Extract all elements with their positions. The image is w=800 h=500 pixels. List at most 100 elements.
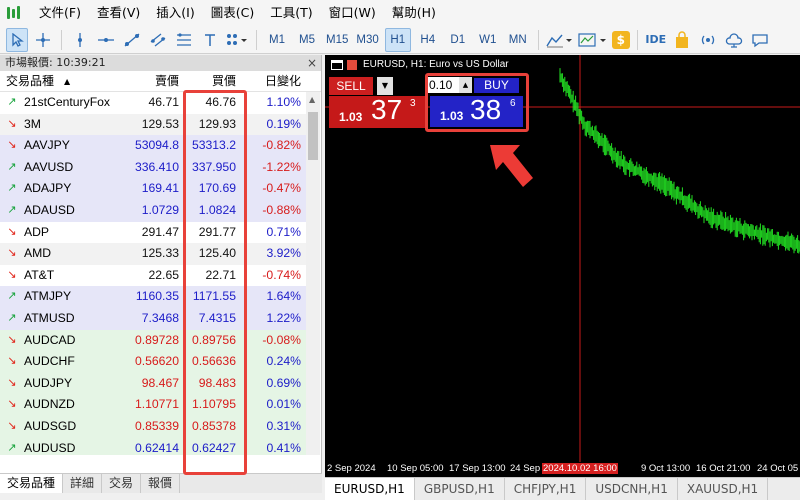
symbol-cell: ↘ AMD <box>0 243 124 265</box>
cloud-vps-icon[interactable] <box>723 28 745 52</box>
table-row[interactable]: ↘ AMD 125.33 125.40 3.92% <box>0 243 306 265</box>
table-row[interactable]: ↗ ADAJPY 169.41 170.69 -0.47% <box>0 178 306 200</box>
sell-price-box[interactable]: 1.03 37 3 <box>329 94 425 128</box>
arrow-down-icon: ↘ <box>7 355 17 368</box>
time-label: 16 Oct 21:00 <box>696 463 751 474</box>
timeframe-m30[interactable]: M30 <box>354 28 380 52</box>
dollar-icon[interactable]: $ <box>611 30 630 49</box>
sort-up-icon: ▲ <box>64 76 71 86</box>
indicators-icon[interactable] <box>578 28 608 52</box>
table-row[interactable]: ↘ AT&T 22.65 22.71 -0.74% <box>0 264 306 287</box>
symbol-cell: ↗ 21stCenturyFox <box>0 92 124 114</box>
table-row[interactable]: ↘ 3M 129.53 129.93 0.19% <box>0 113 306 136</box>
table-row[interactable]: ↘ AUDNZD 1.10771 1.10795 0.01% <box>0 394 306 416</box>
menu-charts[interactable]: 圖表(C) <box>203 2 262 24</box>
close-icon[interactable]: × <box>307 55 317 71</box>
market-bag-icon[interactable] <box>671 28 693 52</box>
symbol-name: ADP <box>24 224 50 239</box>
bid-cell: 129.53 <box>141 116 179 131</box>
scroll-up-icon[interactable]: ▲ <box>309 95 315 104</box>
menu-insert[interactable]: 插入(I) <box>148 2 202 24</box>
menu-help[interactable]: 幫助(H) <box>384 2 444 24</box>
cursor-tool-icon[interactable] <box>6 27 28 52</box>
symbol-name: AAVJPY <box>24 138 70 153</box>
signals-icon[interactable] <box>697 28 719 52</box>
timeframe-h4[interactable]: H4 <box>415 28 441 52</box>
chart-tab-eurusd[interactable]: EURUSD,H1 <box>325 478 415 500</box>
horizontal-line-tool-icon[interactable] <box>95 28 117 52</box>
chart-tab-chfjpy[interactable]: CHFJPY,H1 <box>505 478 587 500</box>
fibonacci-tool-icon[interactable] <box>173 28 195 52</box>
table-row[interactable]: ↗ 21stCenturyFox 46.71 46.76 1.10% <box>0 92 306 114</box>
table-row[interactable]: ↗ ADAUSD 1.0729 1.0824 -0.88% <box>0 199 306 222</box>
ide-button[interactable]: IDE <box>645 28 667 52</box>
sell-button[interactable]: SELL <box>329 77 373 95</box>
header-symbol[interactable]: 交易品種 ▲ <box>0 71 124 91</box>
chat-icon[interactable] <box>749 28 771 52</box>
chart-type-icon[interactable] <box>546 28 574 52</box>
one-click-trading-panel: SELL ▼ 0.10 ▲ BUY 1.03 37 3 1.03 38 6 <box>327 73 529 132</box>
market-watch-scrollbar[interactable]: ▲ <box>306 92 320 455</box>
toolbar-separator <box>61 29 62 50</box>
header-change[interactable]: 日變化 <box>242 71 304 91</box>
chart-tab-usdcnh[interactable]: USDCNH,H1 <box>586 478 678 500</box>
trendline-tool-icon[interactable] <box>121 28 143 52</box>
tab-symbols[interactable]: 交易品種 <box>0 474 64 493</box>
tab-trading[interactable]: 交易 <box>102 474 142 493</box>
ask-cell: 7.4315 <box>198 310 236 325</box>
table-row[interactable]: ↘ AUDCAD 0.89728 0.89756 -0.08% <box>0 329 306 352</box>
chevron-down-icon[interactable]: ▼ <box>377 77 393 95</box>
table-row[interactable]: ↘ ADP 291.47 291.77 0.71% <box>0 221 306 244</box>
table-row[interactable]: ↗ ATMJPY 1160.35 1171.55 1.64% <box>0 286 306 308</box>
timeframe-m15[interactable]: M15 <box>324 28 350 52</box>
channel-tool-icon[interactable] <box>147 28 169 52</box>
table-row[interactable]: ↘ AUDSGD 0.85339 0.85378 0.31% <box>0 415 306 438</box>
table-row[interactable]: ↗ AUDUSD 0.62414 0.62427 0.41% <box>0 437 306 455</box>
timeframe-m5[interactable]: M5 <box>294 28 320 52</box>
ask-cell: 0.62427 <box>191 440 236 455</box>
table-row[interactable]: ↗ ATMUSD 7.3468 7.4315 1.22% <box>0 307 306 330</box>
timeframe-w1[interactable]: W1 <box>475 28 501 52</box>
symbol-name: AT&T <box>24 267 55 282</box>
table-row[interactable]: ↗ AAVUSD 336.410 337.950 -1.22% <box>0 156 306 179</box>
table-row[interactable]: ↘ AAVJPY 53094.8 53313.2 -0.82% <box>0 135 306 157</box>
bid-cell: 22.65 <box>148 267 180 282</box>
price-chart[interactable]: EURUSD, H1: Euro vs US Dollar SELL ▼ 0.1… <box>325 55 800 477</box>
change-cell: 0.01% <box>266 397 301 412</box>
menu-view[interactable]: 查看(V) <box>89 2 148 24</box>
menu-tools[interactable]: 工具(T) <box>262 2 320 24</box>
change-cell: 0.41% <box>266 440 301 455</box>
tab-details[interactable]: 詳細 <box>63 474 103 493</box>
header-bid[interactable]: 賣價 <box>124 71 182 91</box>
bid-cell: 169.41 <box>141 181 179 196</box>
time-axis: 2 Sep 2024 10 Sep 05:00 17 Sep 13:00 24 … <box>325 462 800 477</box>
crosshair-tool-icon[interactable] <box>32 28 54 52</box>
timeframe-d1[interactable]: D1 <box>445 28 471 52</box>
header-ask[interactable]: 買價 <box>182 71 242 91</box>
scrollbar-thumb[interactable] <box>308 112 318 160</box>
menu-window[interactable]: 窗口(W) <box>321 2 384 24</box>
timeframe-h1[interactable]: H1 <box>384 27 411 52</box>
app-logo-icon <box>5 5 21 21</box>
timeframe-mn[interactable]: MN <box>505 28 531 52</box>
text-tool-icon[interactable] <box>199 28 221 52</box>
shapes-tool-icon[interactable] <box>225 28 249 52</box>
table-row[interactable]: ↘ AUDJPY 98.467 98.483 0.69% <box>0 372 306 395</box>
symbol-name: ATMJPY <box>24 289 72 304</box>
time-label: 2 Sep 2024 <box>327 463 376 474</box>
ask-cell: 125.40 <box>198 246 236 261</box>
arrow-down-icon: ↘ <box>7 247 17 260</box>
symbol-cell: ↘ AUDJPY <box>0 373 124 395</box>
timeframe-m1[interactable]: M1 <box>264 28 290 52</box>
toolbar-separator <box>636 29 638 50</box>
change-cell: -0.47% <box>262 181 301 196</box>
arrow-down-icon: ↘ <box>7 333 17 346</box>
tab-ticks[interactable]: 報價 <box>141 474 181 493</box>
table-row[interactable]: ↘ AUDCHF 0.56620 0.56636 0.24% <box>0 351 306 373</box>
chart-tab-gbpusd[interactable]: GBPUSD,H1 <box>415 478 505 500</box>
menu-file[interactable]: 文件(F) <box>31 2 89 24</box>
vertical-line-tool-icon[interactable] <box>69 28 91 52</box>
ask-cell: 0.85378 <box>191 418 236 433</box>
chart-tab-xauusd[interactable]: XAUUSD,H1 <box>678 478 769 500</box>
change-cell: 0.69% <box>266 375 301 390</box>
